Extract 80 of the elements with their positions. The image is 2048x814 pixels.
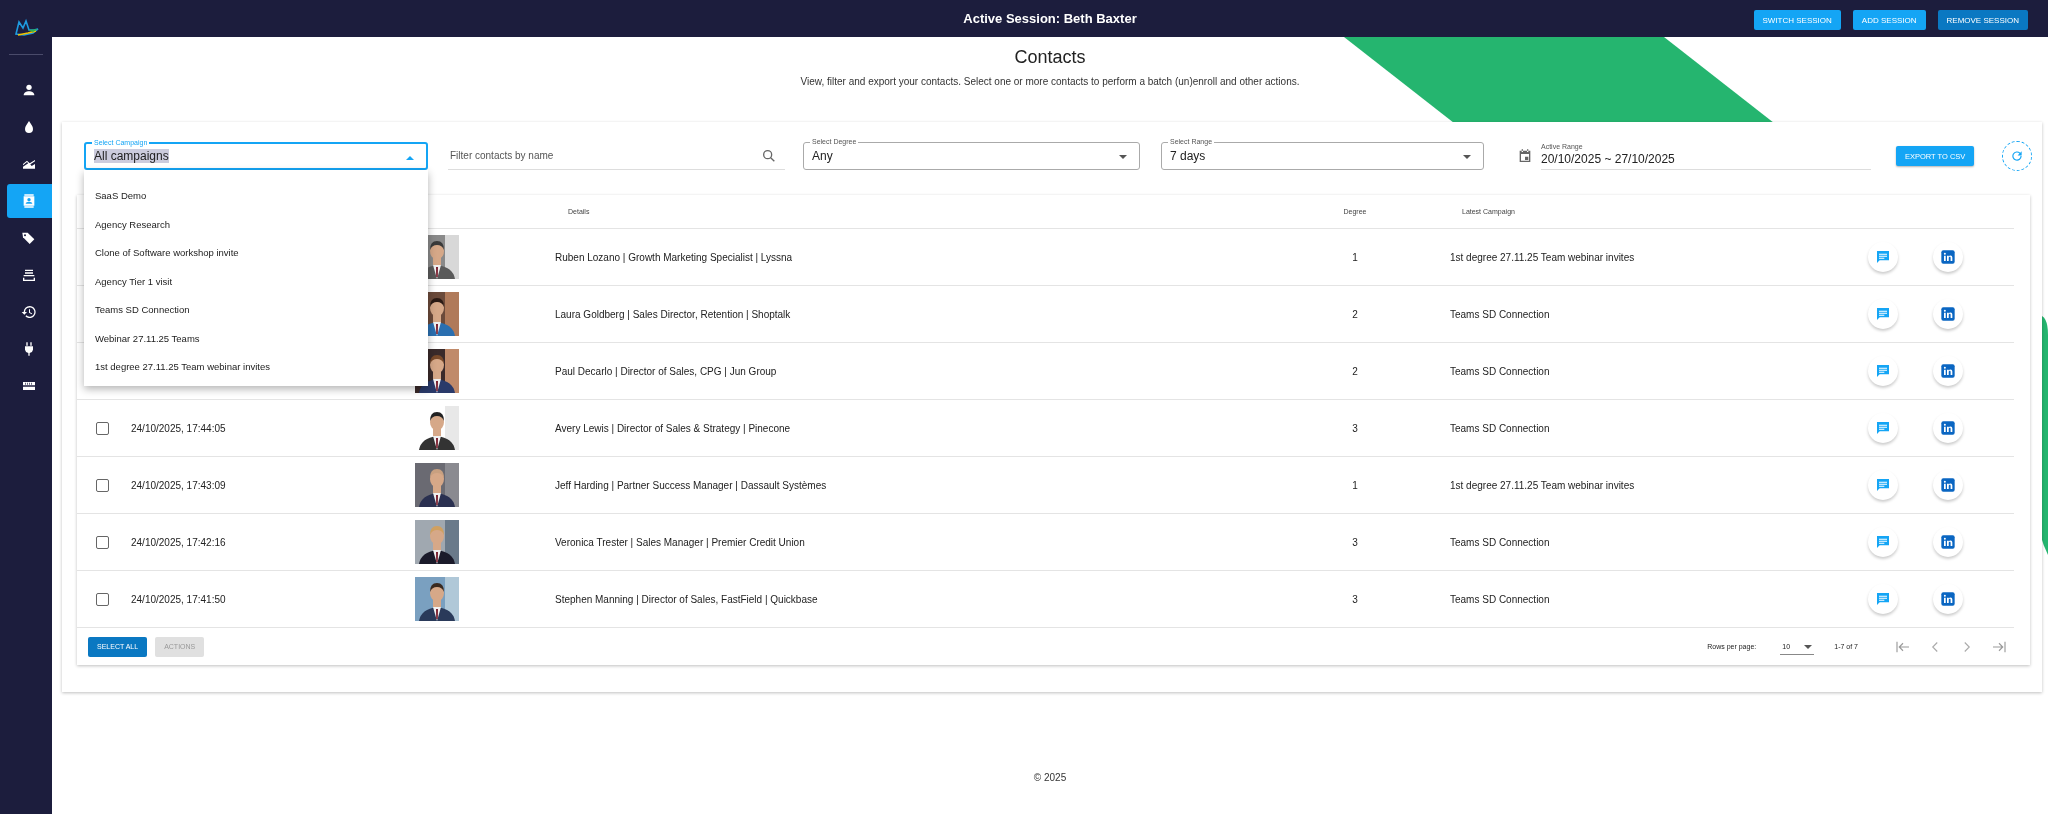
sidebar-item[interactable] <box>6 184 52 218</box>
person-icon <box>21 82 37 98</box>
table-cell-text: Jeff Harding | Partner Success Manager | Dassault Systèmes <box>554 479 828 491</box>
linkedin-icon <box>1939 477 1956 493</box>
tray-icon <box>21 267 37 283</box>
history-icon <box>21 304 37 320</box>
calendar-icon <box>1517 148 1533 164</box>
dropdown-option[interactable]: Agency Tier 1 visit <box>84 267 428 296</box>
linkedin-button[interactable] <box>1932 299 1963 329</box>
table-cell: 24/10/2025, 17:42:16 <box>131 536 226 548</box>
table-cell-text: 3 <box>1351 422 1359 434</box>
message-icon <box>1874 306 1891 322</box>
message-button[interactable] <box>1867 470 1898 500</box>
search-icon <box>761 148 777 164</box>
dropdown-option[interactable]: Webinar 27.11.25 Teams <box>84 324 428 353</box>
table-cell-text: 3 <box>1351 536 1359 548</box>
dropdown-option[interactable]: Agency Research <box>84 210 428 239</box>
page-subtitle: View, filter and export your contacts. Select one or more contacts to perform a batch (un)enroll and other actions. <box>800 76 1300 87</box>
message-icon <box>1874 591 1891 607</box>
linkedin-button[interactable] <box>1932 470 1963 500</box>
dropdown-option[interactable]: Clone of Software workshop invite <box>84 239 428 268</box>
message-button[interactable] <box>1867 299 1898 329</box>
table-cell-text: 3 <box>1351 593 1359 605</box>
table-cell-text: Ruben Lozano | Growth Marketing Specialist | Lyssna <box>554 251 794 263</box>
contact-card-icon <box>21 193 37 209</box>
linkedin-icon <box>1939 534 1956 550</box>
table-cell-text: 1st degree 27.11.25 Team webinar invites <box>1449 479 1636 491</box>
message-icon <box>1874 249 1891 265</box>
row-checkbox[interactable] <box>96 421 109 435</box>
row-checkbox[interactable] <box>96 535 109 549</box>
table-cell-text: Teams SD Connection <box>1449 593 1551 605</box>
linkedin-button[interactable] <box>1932 413 1963 443</box>
table-cell-text: Teams SD Connection <box>1449 422 1551 434</box>
message-icon <box>1874 420 1891 436</box>
table-cell-text: Teams SD Connection <box>1449 536 1551 548</box>
message-button[interactable] <box>1867 527 1898 557</box>
table-cell-text: 1 <box>1351 479 1359 491</box>
table-cell-text: 1 <box>1351 251 1359 263</box>
table-cell-text: Paul Decarlo | Director of Sales, CPG | Jun Group <box>554 365 778 377</box>
message-button[interactable] <box>1867 584 1898 614</box>
table-cell-text: 2 <box>1351 308 1359 320</box>
table-cell-text: 2 <box>1351 365 1359 377</box>
table-cell-text: Teams SD Connection <box>1449 308 1551 320</box>
linkedin-button[interactable] <box>1932 356 1963 386</box>
tags-icon <box>21 230 37 246</box>
row-checkbox[interactable] <box>96 592 109 606</box>
search-field[interactable]: Filter contacts by name <box>448 142 785 170</box>
linkedin-button[interactable] <box>1932 527 1963 557</box>
logo-icon <box>14 18 40 38</box>
dropdown-option[interactable]: 1st degree 27.11.25 Team webinar invites <box>84 353 428 382</box>
message-button[interactable] <box>1867 356 1898 386</box>
table-cell-text: Laura Goldberg | Sales Director, Retention | Shoptalk <box>554 308 792 320</box>
linkedin-icon <box>1939 363 1956 379</box>
page-title: Contacts <box>1014 47 1086 68</box>
linkedin-icon <box>1939 591 1956 607</box>
row-checkbox[interactable] <box>96 478 109 492</box>
message-icon <box>1874 534 1891 550</box>
linkedin-icon <box>1939 249 1956 265</box>
linkedin-button[interactable] <box>1932 584 1963 614</box>
linkedin-icon <box>1939 306 1956 322</box>
message-icon <box>1874 477 1891 493</box>
linkedin-icon <box>1939 420 1956 436</box>
session-button[interactable]: REMOVE SESSION <box>1937 10 2028 30</box>
message-button[interactable] <box>1867 242 1898 272</box>
table-cell-text: Teams SD Connection <box>1449 365 1551 377</box>
dropdown-option[interactable]: Teams SD Connection <box>84 296 428 325</box>
session-title: Active Session: Beth Baxter <box>963 11 1137 26</box>
table-cell-text: 1st degree 27.11.25 Team webinar invites <box>1449 251 1636 263</box>
refresh-icon <box>2010 149 2025 163</box>
table-cell: 24/10/2025, 17:41:50 <box>131 593 226 605</box>
dropdown-option[interactable]: SaaS Demo <box>84 182 428 211</box>
table-cell-text: Stephen Manning | Director of Sales, FastField | Quickbase <box>554 593 819 605</box>
table-cell: 24/10/2025, 17:44:05 <box>131 422 226 434</box>
table-cell-text: Veronica Trester | Sales Manager | Premier Credit Union <box>554 536 806 548</box>
message-icon <box>1874 363 1891 379</box>
table-cell-text: Avery Lewis | Director of Sales & Strategy | Pinecone <box>554 422 792 434</box>
table-cell: 24/10/2025, 17:43:09 <box>131 479 226 491</box>
linkedin-button[interactable] <box>1932 242 1963 272</box>
copyright-text: © 2025 <box>1032 772 1068 783</box>
message-button[interactable] <box>1867 413 1898 443</box>
